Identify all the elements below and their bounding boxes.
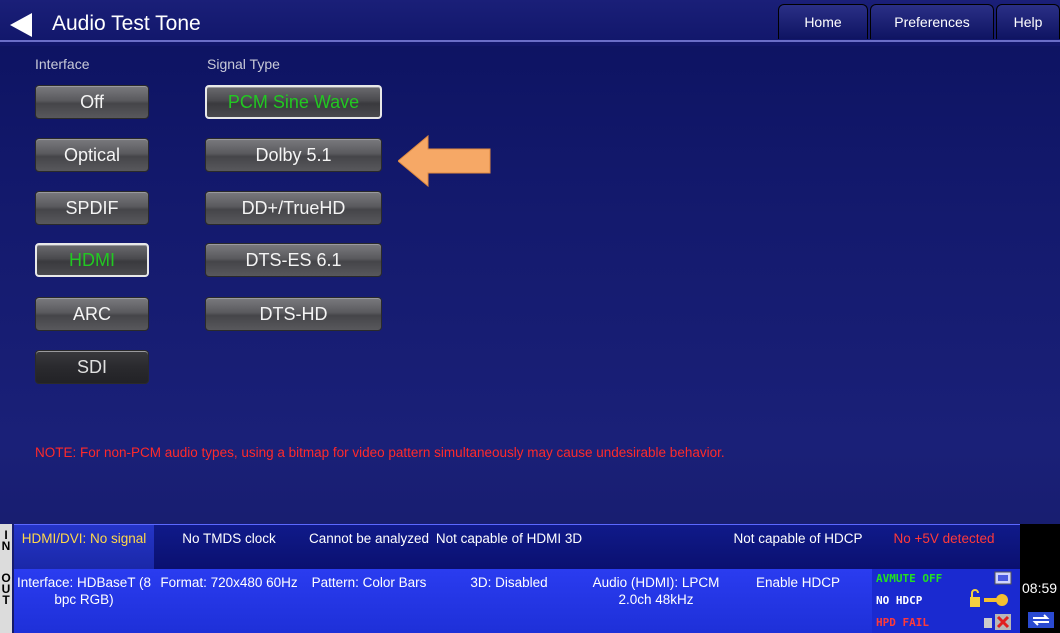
out-side-label: O U T	[0, 569, 12, 633]
in-letter-n: N	[1, 539, 11, 553]
interface-spdif-button[interactable]: SPDIF	[35, 191, 149, 225]
in-tmds-cell[interactable]: No TMDS clock	[154, 525, 304, 569]
clock-area	[1020, 524, 1060, 633]
page-title: Audio Test Tone	[52, 12, 201, 35]
in-empty-cell[interactable]	[584, 525, 728, 569]
hdcp-indicator: NO HDCP	[876, 594, 923, 607]
tab-help[interactable]: Help	[996, 4, 1060, 39]
hpd-fail-icon	[984, 614, 1011, 630]
out-audio-cell[interactable]: Audio (HDMI): LPCM 2.0ch 48kHz	[584, 569, 728, 633]
in-5v-cell[interactable]: No +5V detected	[868, 525, 1020, 569]
interface-hdmi-button[interactable]: HDMI	[35, 243, 149, 277]
output-indicators[interactable]: AVMUTE OFF NO HDCP HPD FAIL	[872, 569, 1020, 633]
back-arrow-icon[interactable]	[6, 10, 36, 40]
in-hdcp-cell[interactable]: Not capable of HDCP	[728, 525, 868, 569]
monitor-icon	[994, 571, 1012, 585]
out-hdcp-cell[interactable]: Enable HDCP	[728, 569, 868, 633]
out-letter-t: T	[2, 593, 10, 607]
out-format-cell[interactable]: Format: 720x480 60Hz	[154, 569, 304, 633]
tab-home[interactable]: Home	[778, 4, 868, 39]
header-divider	[0, 40, 1060, 42]
tab-preferences[interactable]: Preferences	[870, 4, 994, 39]
input-status-row: HDMI/DVI: No signal No TMDS clock Cannot…	[14, 524, 1020, 569]
network-icon[interactable]	[1028, 612, 1054, 628]
interface-sdi-button[interactable]: SDI	[35, 350, 149, 384]
header-bar: Audio Test Tone Home Preferences Help	[0, 0, 1060, 46]
signal-pcm-sine-wave-button[interactable]: PCM Sine Wave	[205, 85, 382, 119]
in-3d-cell[interactable]: Not capable of HDMI 3D	[434, 525, 584, 569]
signal-dts-es-61-button[interactable]: DTS-ES 6.1	[205, 243, 382, 277]
warning-note: NOTE: For non-PCM audio types, using a b…	[35, 445, 725, 460]
key-lock-icon	[970, 589, 1008, 607]
signal-dts-hd-button[interactable]: DTS-HD	[205, 297, 382, 331]
in-signal-cell[interactable]: HDMI/DVI: No signal	[14, 525, 154, 569]
output-status-row: Interface: HDBaseT (8 bpc RGB) Format: 7…	[14, 569, 1020, 633]
pointer-arrow-icon	[398, 134, 491, 188]
signal-ddplus-truehd-button[interactable]: DD+/TrueHD	[205, 191, 382, 225]
in-side-label: I N	[0, 524, 12, 569]
avmute-indicator: AVMUTE OFF	[876, 572, 943, 585]
interface-arc-button[interactable]: ARC	[35, 297, 149, 331]
in-analysis-cell[interactable]: Cannot be analyzed	[304, 525, 434, 569]
signal-type-label: Signal Type	[207, 56, 280, 72]
interface-optical-button[interactable]: Optical	[35, 138, 149, 172]
out-3d-cell[interactable]: 3D: Disabled	[434, 569, 584, 633]
signal-dolby-51-button[interactable]: Dolby 5.1	[205, 138, 382, 172]
screen: Audio Test Tone Home Preferences Help In…	[0, 0, 1060, 633]
out-interface-cell[interactable]: Interface: HDBaseT (8 bpc RGB)	[14, 569, 154, 633]
out-pattern-cell[interactable]: Pattern: Color Bars	[304, 569, 434, 633]
interface-off-button[interactable]: Off	[35, 85, 149, 119]
interface-label: Interface	[35, 56, 90, 72]
hpd-indicator: HPD FAIL	[876, 616, 929, 629]
header-tabs: Home Preferences Help	[776, 4, 1060, 40]
clock: 08:59	[1022, 580, 1058, 596]
